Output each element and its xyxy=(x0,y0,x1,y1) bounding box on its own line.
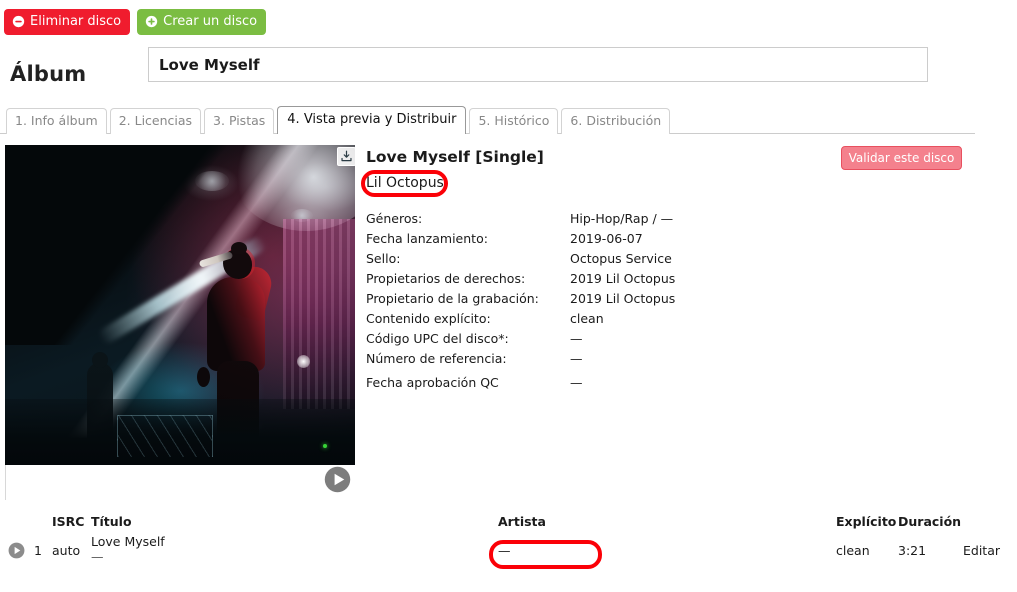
meta-row: Sello: Octopus Service xyxy=(366,249,786,269)
meta-key: Fecha aprobación QC xyxy=(366,375,499,390)
stage-beam-decor xyxy=(96,234,268,346)
meta-key: Géneros: xyxy=(366,211,423,226)
meta-value: Hip-Hop/Rap / — xyxy=(570,211,674,226)
tab-distribucion[interactable]: 6. Distribución xyxy=(561,108,671,134)
track-title: Love Myself xyxy=(91,534,165,549)
column-header-title: Título xyxy=(91,514,132,529)
plus-circle-icon xyxy=(145,15,158,28)
track-list: ISRC Título Artista Explícito Duración 1… xyxy=(0,508,1017,576)
track-artist: — xyxy=(498,543,511,558)
meta-value: 2019 Lil Octopus xyxy=(570,271,676,286)
play-circle-icon[interactable] xyxy=(8,542,25,559)
stage-truss-decor xyxy=(117,415,213,457)
album-cover[interactable] xyxy=(5,145,355,465)
tab-pistas[interactable]: 3. Pistas xyxy=(204,108,275,134)
create-disc-button[interactable]: Crear un disco xyxy=(137,9,267,35)
meta-key: Número de referencia: xyxy=(366,351,507,366)
track-title-cell: Love Myself — xyxy=(91,534,165,564)
track-duration: 3:21 xyxy=(898,543,927,558)
meta-row: Contenido explícito: clean xyxy=(366,309,786,329)
table-row: 1 auto Love Myself — — clean 3:21 Editar xyxy=(0,534,1017,576)
track-isrc: auto xyxy=(52,543,81,558)
meta-row: Géneros: Hip-Hop/Rap / — xyxy=(366,209,786,229)
release-artist: Lil Octopus xyxy=(366,175,444,191)
meta-row: Propietario de la grabación: 2019 Lil Oc… xyxy=(366,289,786,309)
tab-vista-previa-distribuir[interactable]: 4. Vista previa y Distribuir xyxy=(277,106,467,134)
meta-key: Código UPC del disco*: xyxy=(366,331,509,346)
page-root: Eliminar disco Crear un disco Álbum 1. I… xyxy=(0,0,1017,592)
column-header-isrc: ISRC xyxy=(52,514,85,529)
column-header-explicit: Explícito xyxy=(836,514,897,529)
meta-key: Propietario de la grabación: xyxy=(366,291,539,306)
meta-key: Contenido explícito: xyxy=(366,311,491,326)
stage-orb-decor xyxy=(297,355,310,368)
stage-led-decor xyxy=(323,444,327,448)
column-header-artist: Artista xyxy=(498,514,546,529)
wizard-tabs: 1. Info álbum 2. Licencias 3. Pistas 4. … xyxy=(6,106,671,134)
track-number: 1 xyxy=(34,543,42,558)
ceiling-light-decor xyxy=(195,171,229,191)
meta-row: Fecha aprobación QC — xyxy=(366,373,786,393)
meta-value: — xyxy=(570,331,583,346)
validate-disc-button[interactable]: Validar este disco xyxy=(841,146,962,170)
meta-row: Número de referencia: — xyxy=(366,349,786,369)
meta-key: Sello: xyxy=(366,251,401,266)
meta-value: clean xyxy=(570,311,604,326)
tab-historico[interactable]: 5. Histórico xyxy=(469,108,559,134)
track-explicit: clean xyxy=(836,543,870,558)
tab-licencias[interactable]: 2. Licencias xyxy=(109,108,202,134)
meta-value: Octopus Service xyxy=(570,251,672,266)
meta-value: 2019-06-07 xyxy=(570,231,643,246)
release-title: Love Myself [Single] xyxy=(366,148,544,166)
panel-left-rule xyxy=(5,465,6,500)
top-action-bar: Eliminar disco Crear un disco xyxy=(4,9,267,35)
play-circle-icon[interactable] xyxy=(324,466,351,493)
edit-track-link[interactable]: Editar xyxy=(963,543,1000,558)
meta-row: Código UPC del disco*: — xyxy=(366,329,786,349)
album-title-input[interactable] xyxy=(148,47,928,82)
tab-info-album[interactable]: 1. Info álbum xyxy=(6,108,107,134)
column-header-duration: Duración xyxy=(898,514,962,529)
meta-value: — xyxy=(570,375,583,390)
track-list-header: ISRC Título Artista Explícito Duración xyxy=(0,508,1017,534)
track-subtitle: — xyxy=(91,549,104,564)
meta-key: Fecha lanzamiento: xyxy=(366,231,488,246)
meta-value: — xyxy=(570,351,583,366)
create-disc-label: Crear un disco xyxy=(163,14,258,29)
stage-curtain-decor xyxy=(283,219,355,409)
minus-circle-icon xyxy=(12,15,25,28)
page-title: Álbum xyxy=(10,62,87,86)
delete-disc-label: Eliminar disco xyxy=(30,14,122,29)
download-icon[interactable] xyxy=(337,147,356,166)
meta-key: Propietarios de derechos: xyxy=(366,271,526,286)
meta-row: Fecha lanzamiento: 2019-06-07 xyxy=(366,229,786,249)
meta-row: Propietarios de derechos: 2019 Lil Octop… xyxy=(366,269,786,289)
meta-value: 2019 Lil Octopus xyxy=(570,291,676,306)
delete-disc-button[interactable]: Eliminar disco xyxy=(4,9,131,35)
ceiling-light-decor xyxy=(137,197,167,209)
release-metadata-list: Géneros: Hip-Hop/Rap / — Fecha lanzamien… xyxy=(366,209,786,393)
album-cover-image xyxy=(5,145,355,465)
